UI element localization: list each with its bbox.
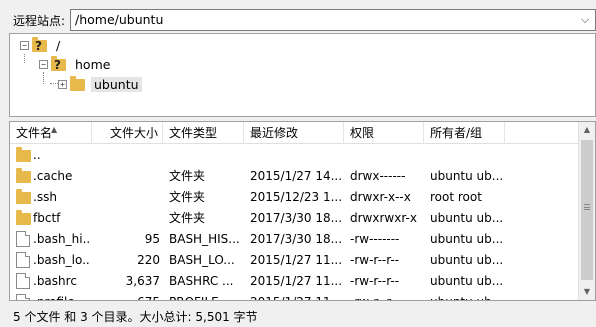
column-header-owner[interactable]: 所有者/组 [424, 122, 505, 144]
file-size-cell: 675 [92, 292, 160, 300]
file-permissions-cell: drwxr-x--x [350, 190, 411, 204]
file-modified-cell: 2015/12/23 1... [250, 190, 342, 204]
file-permissions-cell: -rw-r--r-- [350, 274, 400, 288]
file-modified-cell: 2015/1/27 11... [250, 253, 342, 267]
tree-node-ubuntu[interactable]: + ubuntu [58, 75, 142, 93]
column-header-type[interactable]: 文件类型 [163, 122, 244, 144]
collapse-toggle-icon[interactable]: − [39, 59, 48, 69]
column-header-permissions[interactable]: 权限 [344, 122, 424, 144]
file-modified-cell [250, 145, 342, 166]
scroll-down-icon[interactable]: ▼ [579, 284, 595, 300]
file-type-cell [169, 145, 243, 166]
file-modified-cell: 2015/1/27 14... [250, 169, 342, 183]
chevron-down-icon[interactable]: ⌵ [577, 11, 593, 29]
file-modified-cell: 2017/3/30 18... [250, 232, 342, 246]
file-name-cell: .cache [33, 169, 73, 183]
scroll-up-icon[interactable]: ▲ [579, 122, 595, 138]
folder-icon [16, 147, 31, 162]
vertical-scrollbar[interactable]: ▲ ▼ [578, 122, 595, 300]
folder-icon [16, 189, 31, 204]
file-size-cell [92, 208, 160, 229]
column-header-size[interactable]: 文件大小 [92, 122, 163, 144]
file-type-cell: BASH_HIS... [169, 232, 240, 246]
tree-node-root[interactable]: − ? / [20, 36, 63, 54]
file-name-cell: .ssh [33, 190, 57, 204]
file-icon [16, 231, 30, 247]
file-name-cell: .bash_lo... [33, 253, 91, 267]
file-owner-cell: ubuntu ub... [430, 292, 502, 300]
file-type-cell: 文件夹 [169, 169, 206, 183]
remote-path-combobox[interactable]: /home/ubuntu ⌵ [70, 9, 596, 31]
file-icon [16, 273, 30, 289]
status-text: 5 个文件 和 3 个目录。大小总计: 5,501 字节 [13, 310, 258, 324]
file-type-cell: BASH_LO... [169, 253, 235, 267]
file-permissions-cell [350, 145, 422, 166]
file-name-cell: .profile [33, 292, 91, 300]
file-type-cell: BASHRC ... [169, 274, 234, 288]
file-name-cell: fbctf [33, 211, 61, 225]
remote-path-value[interactable]: /home/ubuntu [75, 12, 163, 27]
collapse-toggle-icon[interactable]: − [20, 40, 29, 50]
file-size-cell [92, 166, 160, 187]
file-owner-cell [430, 145, 502, 166]
file-type-cell: 文件夹 [169, 190, 206, 204]
file-size-cell: 3,637 [125, 274, 160, 288]
tree-node-home[interactable]: − ? home [39, 55, 113, 73]
folder-icon [16, 210, 31, 225]
file-name-cell: .bashrc [33, 274, 77, 288]
folder-icon [16, 168, 31, 183]
file-icon [16, 294, 30, 300]
folder-question-icon: ? [32, 37, 48, 53]
file-size-cell: 95 [144, 232, 160, 246]
table-row[interactable]: .ssh 文件夹 2015/12/23 1... drwxr-x--x root roo… [10, 187, 580, 208]
table-row[interactable]: .profile675 PROFILE ... 2015/1/27 11... -rw… [10, 292, 580, 300]
file-name-cell: .bash_hi... [33, 232, 91, 246]
file-modified-cell: 2017/3/30 18... [250, 211, 342, 225]
folder-question-icon: ? [51, 56, 67, 72]
file-permissions-cell: drwx------ [350, 169, 406, 183]
file-icon [16, 252, 30, 268]
sort-ascending-icon: ▲ [51, 125, 58, 134]
file-modified-cell: 2015/1/27 11... [250, 274, 342, 288]
file-permissions-cell: -rw-r--r-- [350, 292, 422, 300]
tree-node-label[interactable]: ubuntu [91, 76, 142, 92]
expand-toggle-icon[interactable]: + [58, 79, 67, 89]
file-owner-cell: ubuntu ub... [430, 253, 502, 267]
tree-node-label[interactable]: / [53, 38, 63, 53]
table-row[interactable]: .bash_hi... 95 BASH_HIS... 2017/3/30 18... -… [10, 229, 580, 250]
scrollbar-thumb[interactable] [581, 140, 593, 280]
folder-icon [70, 76, 86, 92]
table-row[interactable]: fbctf 文件夹 2017/3/30 18... drwxrwxr-x ubuntu … [10, 208, 580, 229]
file-owner-cell: ubuntu ub... [430, 232, 502, 246]
status-bar: 5 个文件 和 3 个目录。大小总计: 5,501 字节 [9, 303, 596, 327]
remote-site-label: 远程站点: [13, 14, 66, 28]
file-type-cell: PROFILE ... [169, 292, 243, 300]
table-row[interactable]: .bash_lo... 220 BASH_LO... 2015/1/27 11... -… [10, 250, 580, 271]
file-owner-cell: ubuntu ub... [430, 211, 502, 225]
table-row[interactable]: .bashrc 3,637 BASHRC ... 2015/1/27 11... -rw… [10, 271, 580, 292]
table-row[interactable]: .. [10, 145, 580, 166]
file-rows: .. .cache 文件夹 2015/1/27 14... drwx------ ubun… [10, 145, 580, 300]
column-header-modified[interactable]: 最近修改 [244, 122, 344, 144]
file-size-cell [92, 187, 160, 208]
file-permissions-cell: -rw-r--r-- [350, 253, 400, 267]
remote-directory-tree: − ? / − ? home + ubuntu [9, 33, 596, 117]
tree-node-label[interactable]: home [72, 57, 113, 72]
remote-file-list: 文件名▲ 文件大小 文件类型 最近修改 权限 所有者/组 .. .cache 文件夹… [9, 121, 596, 301]
file-type-cell: 文件夹 [169, 211, 206, 225]
file-size-cell: 220 [137, 253, 160, 267]
file-size-cell [92, 145, 160, 166]
table-row[interactable]: .cache 文件夹 2015/1/27 14... drwx------ ubuntu… [10, 166, 580, 187]
file-modified-cell: 2015/1/27 11... [250, 292, 342, 300]
column-header-name[interactable]: 文件名▲ [10, 122, 92, 144]
file-permissions-cell: drwxrwxr-x [350, 211, 417, 225]
file-owner-cell: ubuntu ub... [430, 274, 502, 288]
file-owner-cell: root root [430, 190, 482, 204]
file-list-header: 文件名▲ 文件大小 文件类型 最近修改 权限 所有者/组 [10, 122, 580, 144]
file-owner-cell: ubuntu ub... [430, 169, 502, 183]
file-permissions-cell: -rw------- [350, 232, 400, 246]
file-name-cell: .. [33, 148, 41, 162]
